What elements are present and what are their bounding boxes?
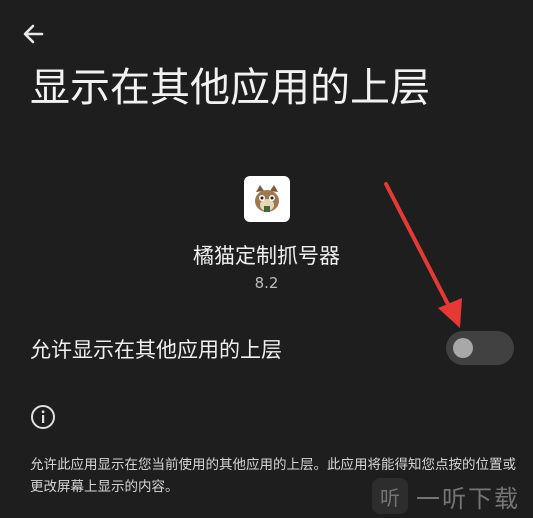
info-icon xyxy=(30,404,56,430)
overlay-permission-label: 允许显示在其他应用的上层 xyxy=(30,338,282,362)
arrow-left-icon xyxy=(23,24,44,44)
app-version: 8.2 xyxy=(254,274,279,292)
switch-thumb xyxy=(453,338,473,358)
app-name: 橘猫定制抓号器 xyxy=(193,244,340,268)
cat-app-icon xyxy=(244,176,290,222)
watermark-text: 一听下载 xyxy=(416,484,520,513)
overlay-permission-row[interactable]: 允许显示在其他应用的上层 xyxy=(0,326,533,372)
page-title: 显示在其他应用的上层 xyxy=(30,65,430,111)
watermark: 听 一听下载 xyxy=(372,474,533,518)
overlay-permission-switch[interactable] xyxy=(446,331,514,365)
watermark-logo: 听 xyxy=(372,478,408,514)
back-button[interactable] xyxy=(18,18,50,50)
